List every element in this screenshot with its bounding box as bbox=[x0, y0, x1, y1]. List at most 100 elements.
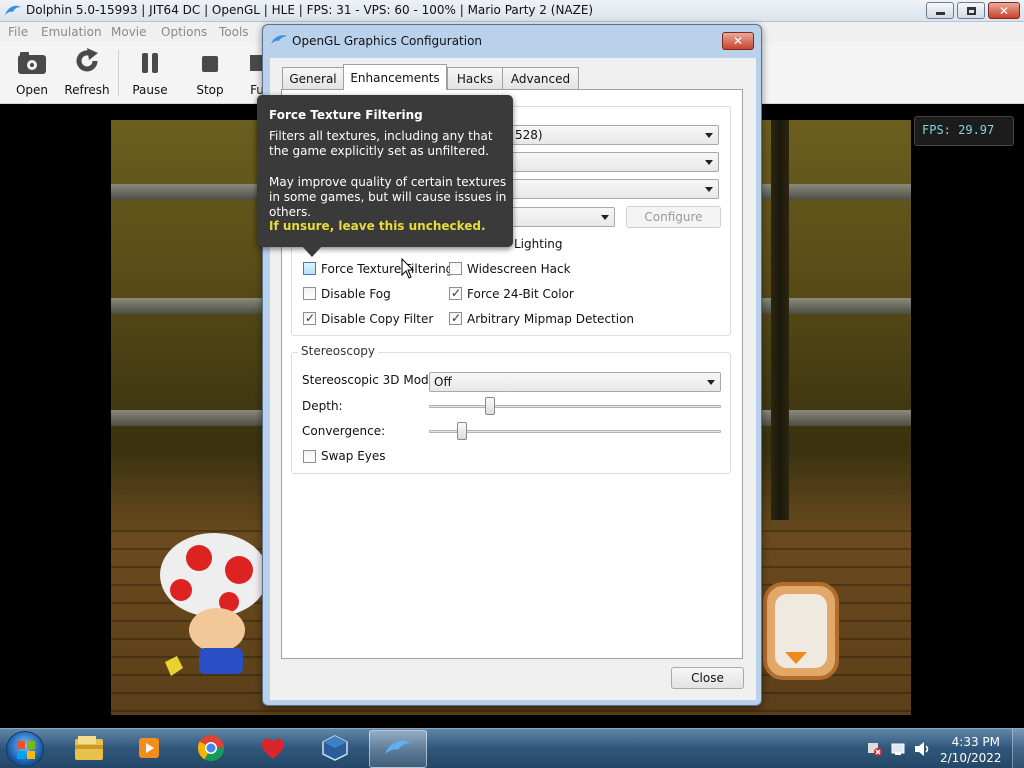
toolbar-separator bbox=[118, 50, 119, 96]
chrome-icon bbox=[197, 734, 225, 765]
virtualbox-icon bbox=[322, 734, 348, 764]
force-texture-filtering-checkbox[interactable] bbox=[303, 262, 316, 275]
volume-icon[interactable] bbox=[914, 741, 932, 760]
chevron-down-icon bbox=[705, 160, 713, 165]
heart-app-icon bbox=[259, 735, 287, 764]
depth-label: Depth: bbox=[302, 399, 343, 413]
stereo-mode-label: Stereoscopic 3D Mode: bbox=[302, 373, 441, 387]
stereoscopy-group: Stereoscopy Stereoscopic 3D Mode: Off De… bbox=[291, 344, 731, 474]
pause-label: Pause bbox=[132, 83, 168, 97]
chevron-down-icon bbox=[601, 215, 609, 220]
menu-file[interactable]: File bbox=[8, 25, 28, 39]
internal-resolution-value: 528) bbox=[515, 128, 543, 142]
close-window-button[interactable]: ✕ bbox=[988, 2, 1020, 19]
dolphin-logo-icon bbox=[4, 3, 22, 22]
tooltip: Force Texture Filtering Filters all text… bbox=[257, 95, 513, 257]
arbitrary-mipmap-checkbox[interactable]: ✓ bbox=[449, 311, 462, 325]
convergence-slider-track[interactable] bbox=[429, 430, 721, 433]
taskbar: 4:33 PM 2/10/2022 bbox=[0, 728, 1024, 768]
taskbar-heart-app[interactable] bbox=[244, 730, 302, 768]
force-24bit-color-checkbox[interactable]: ✓ bbox=[449, 286, 462, 300]
tooltip-pointer bbox=[301, 245, 323, 257]
clock-time[interactable]: 4:33 PM bbox=[948, 735, 1000, 749]
tooltip-note: May improve quality of certain textures … bbox=[269, 175, 507, 219]
arbitrary-mipmap-label[interactable]: Arbitrary Mipmap Detection bbox=[467, 312, 634, 326]
tab-enhancements[interactable]: Enhancements bbox=[343, 64, 447, 90]
menu-tools[interactable]: Tools bbox=[219, 25, 249, 39]
restore-icon bbox=[966, 6, 976, 15]
maximize-button[interactable] bbox=[957, 2, 985, 19]
force-24bit-color-label[interactable]: Force 24-Bit Color bbox=[467, 287, 574, 301]
stop-icon bbox=[200, 53, 220, 78]
stereoscopy-group-label: Stereoscopy bbox=[298, 344, 379, 358]
action-center-icon[interactable] bbox=[891, 741, 907, 760]
convergence-slider-thumb[interactable] bbox=[457, 422, 468, 440]
tooltip-description: Filters all textures, including any that… bbox=[269, 129, 493, 158]
clock-date[interactable]: 2/10/2022 bbox=[940, 751, 1002, 765]
taskbar-explorer[interactable] bbox=[60, 730, 118, 768]
force-texture-filtering-label[interactable]: Force Texture Filtering bbox=[321, 262, 453, 276]
refresh-button[interactable]: Refresh bbox=[64, 42, 110, 104]
dialog-close-button[interactable]: ✕ bbox=[722, 32, 754, 50]
chevron-down-icon bbox=[705, 187, 713, 192]
swap-eyes-label[interactable]: Swap Eyes bbox=[321, 449, 386, 463]
tab-general[interactable]: General bbox=[282, 67, 344, 89]
configure-button[interactable]: Configure bbox=[626, 206, 721, 228]
tooltip-title: Force Texture Filtering bbox=[269, 108, 423, 122]
start-button[interactable] bbox=[6, 731, 44, 767]
tab-hacks[interactable]: Hacks bbox=[447, 67, 503, 89]
disable-copy-filter-checkbox[interactable]: ✓ bbox=[303, 311, 316, 325]
disable-fog-label[interactable]: Disable Fog bbox=[321, 287, 391, 301]
window-title: Dolphin 5.0-15993 | JIT64 DC | OpenGL | … bbox=[26, 3, 594, 17]
show-desktop-button[interactable] bbox=[1012, 729, 1024, 768]
checkmark-icon: ✓ bbox=[451, 286, 462, 300]
taskbar-chrome[interactable] bbox=[182, 730, 240, 768]
dolphin-logo-icon bbox=[270, 33, 288, 50]
per-pixel-lighting-label[interactable]: Lighting bbox=[514, 237, 563, 251]
pause-button[interactable]: Pause bbox=[128, 42, 172, 104]
menu-options[interactable]: Options bbox=[161, 25, 207, 39]
mouse-cursor-icon bbox=[401, 257, 415, 283]
widescreen-hack-label[interactable]: Widescreen Hack bbox=[467, 262, 571, 276]
close-icon: ✕ bbox=[998, 3, 1010, 18]
media-player-icon bbox=[136, 735, 162, 764]
depth-slider-track[interactable] bbox=[429, 405, 721, 408]
refresh-icon bbox=[73, 47, 101, 78]
close-icon: ✕ bbox=[732, 34, 744, 48]
checkmark-icon: ✓ bbox=[451, 311, 462, 325]
menu-movie[interactable]: Movie bbox=[111, 25, 147, 39]
minimize-button[interactable] bbox=[926, 2, 954, 19]
disable-fog-checkbox[interactable] bbox=[303, 287, 316, 300]
stop-button[interactable]: Stop bbox=[188, 42, 232, 104]
dialog-title: OpenGL Graphics Configuration bbox=[292, 34, 483, 48]
stereo-mode-value: Off bbox=[434, 375, 452, 389]
chevron-down-icon bbox=[707, 380, 715, 385]
network-error-icon[interactable] bbox=[867, 741, 883, 760]
stereo-mode-select[interactable]: Off bbox=[429, 372, 721, 392]
fps-text: FPS: 29.97 bbox=[922, 123, 995, 137]
fps-overlay: FPS: 29.97 bbox=[914, 116, 1014, 146]
open-button[interactable]: Open bbox=[10, 42, 54, 104]
taskbar-virtualbox[interactable] bbox=[306, 730, 364, 768]
checkmark-icon: ✓ bbox=[305, 311, 316, 325]
open-icon bbox=[17, 51, 47, 78]
chevron-down-icon bbox=[705, 133, 713, 138]
refresh-label: Refresh bbox=[64, 83, 110, 97]
depth-slider-thumb[interactable] bbox=[485, 397, 496, 415]
menu-emulation[interactable]: Emulation bbox=[41, 25, 102, 39]
open-label: Open bbox=[15, 83, 49, 97]
dolphin-icon bbox=[383, 737, 413, 762]
taskbar-dolphin[interactable] bbox=[369, 730, 427, 768]
taskbar-media-player[interactable] bbox=[120, 730, 178, 768]
close-button[interactable]: Close bbox=[671, 667, 744, 689]
board-space-image bbox=[763, 582, 839, 683]
stop-label: Stop bbox=[196, 83, 224, 97]
minimize-icon bbox=[935, 12, 945, 15]
main-titlebar: Dolphin 5.0-15993 | JIT64 DC | OpenGL | … bbox=[0, 0, 1024, 22]
widescreen-hack-checkbox[interactable] bbox=[449, 262, 462, 275]
explorer-icon bbox=[74, 735, 104, 764]
tooltip-warning: If unsure, leave this unchecked. bbox=[269, 219, 486, 233]
swap-eyes-checkbox[interactable] bbox=[303, 450, 316, 463]
disable-copy-filter-label[interactable]: Disable Copy Filter bbox=[321, 312, 433, 326]
tab-advanced[interactable]: Advanced bbox=[502, 67, 579, 89]
